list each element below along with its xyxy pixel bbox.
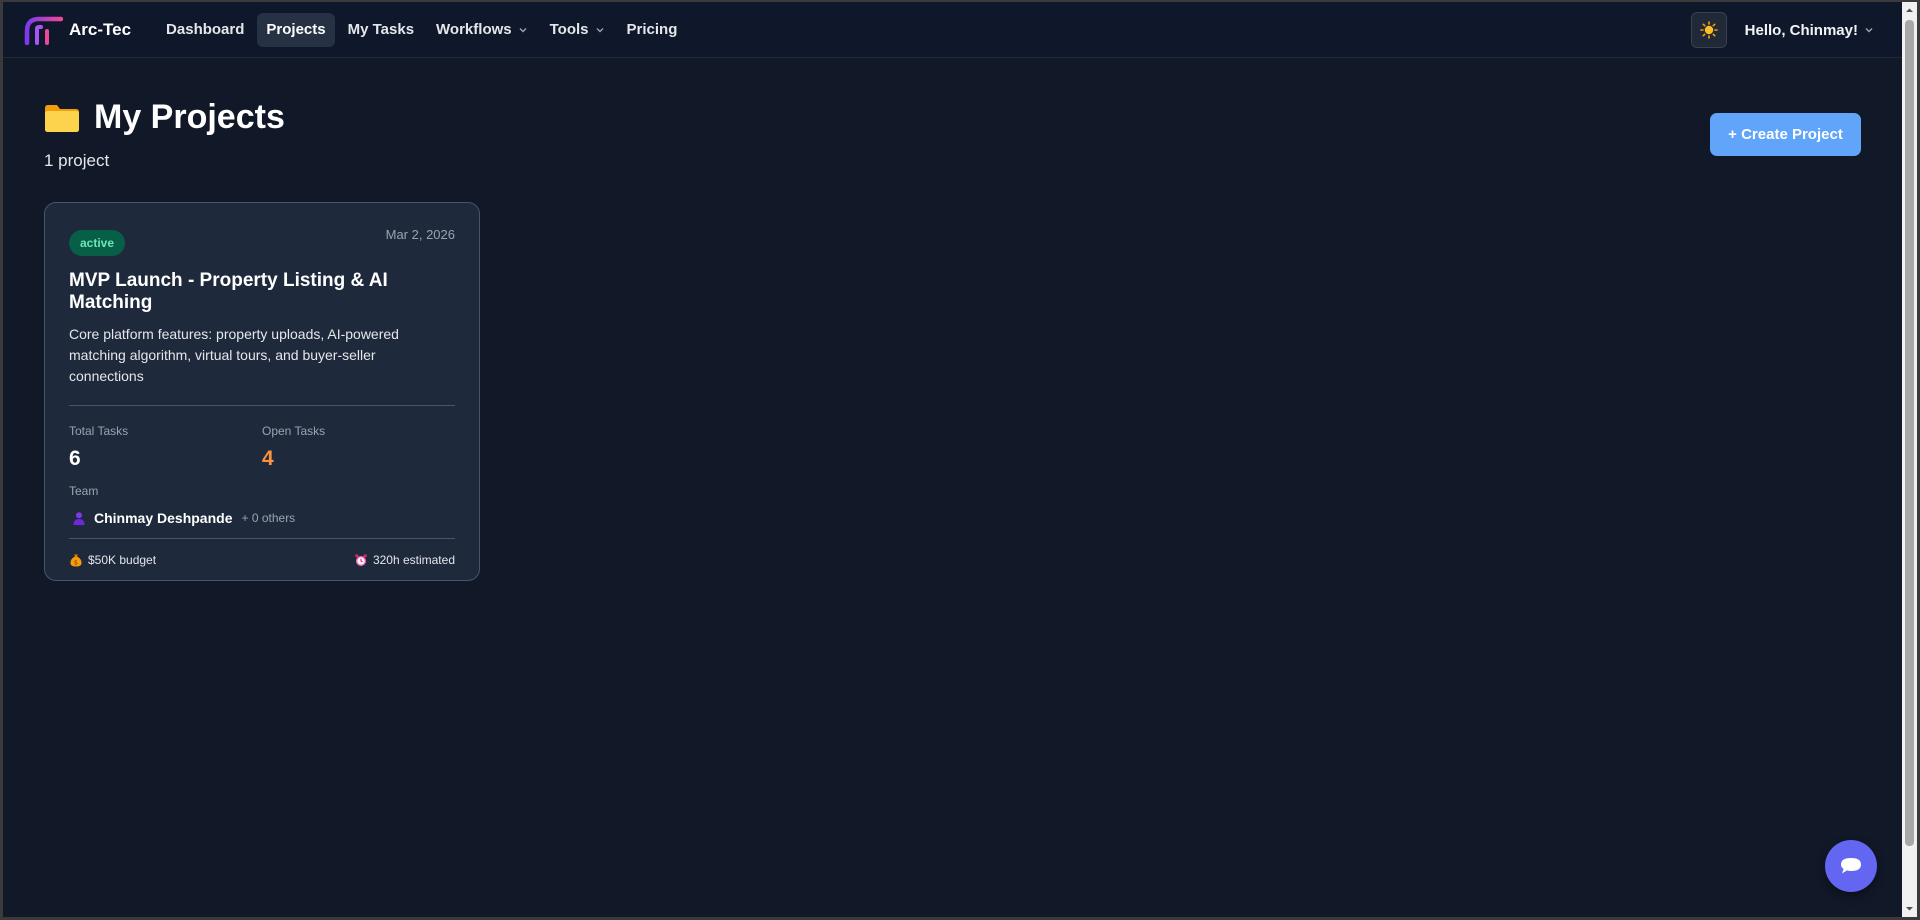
nav-pricing[interactable]: Pricing xyxy=(618,13,687,47)
divider xyxy=(69,538,455,539)
page-scrollbar[interactable] xyxy=(1902,2,1917,917)
project-card[interactable]: active Mar 2, 2026 MVP Launch - Property… xyxy=(44,202,480,581)
open-tasks-value: 4 xyxy=(262,447,274,470)
team-member-name: Chinmay Deshpande xyxy=(94,510,233,526)
team-others: + 0 others xyxy=(241,511,296,525)
chevron-down-icon xyxy=(1865,28,1873,33)
nav-workflows[interactable]: Workflows xyxy=(427,13,537,47)
theme-toggle-button[interactable] xyxy=(1690,12,1727,48)
nav-pricing-label: Pricing xyxy=(626,21,678,38)
top-navbar: Arc-Tec Dashboard Projects My Tasks Work… xyxy=(3,2,1902,58)
arc-tec-logo-icon xyxy=(24,16,63,45)
create-project-button[interactable]: + Create Project xyxy=(1710,113,1861,156)
divider xyxy=(69,405,455,406)
nav-tools-label: Tools xyxy=(549,21,589,38)
budget: $ $50K budget xyxy=(69,553,156,567)
user-menu[interactable]: Hello, Chinmay! xyxy=(1745,22,1874,39)
chevron-down-icon xyxy=(596,27,604,32)
estimate-text: 320h estimated xyxy=(372,553,455,567)
nav-my-tasks-label: My Tasks xyxy=(347,21,415,38)
brand[interactable]: Arc-Tec xyxy=(23,15,131,45)
page-header: My Projects 1 project xyxy=(44,98,285,171)
nav-workflows-label: Workflows xyxy=(436,21,512,38)
estimate: 320h estimated xyxy=(354,553,455,567)
svg-text:$: $ xyxy=(74,559,78,567)
alarm-clock-icon xyxy=(355,554,367,566)
nav-projects[interactable]: Projects xyxy=(257,12,335,47)
status-badge: active xyxy=(69,230,126,256)
money-bag-icon: $ xyxy=(70,554,82,567)
person-icon xyxy=(73,512,85,525)
nav-dashboard-label: Dashboard xyxy=(166,21,245,38)
project-date: Mar 2, 2026 xyxy=(385,227,455,242)
title-row: My Projects xyxy=(44,98,285,137)
project-count: 1 project xyxy=(44,151,110,170)
team-label: Team xyxy=(69,484,99,498)
total-tasks-stat: Total Tasks 6 xyxy=(69,424,262,471)
scroll-up-arrow-icon[interactable] xyxy=(1905,6,1914,15)
sun-icon xyxy=(1699,21,1718,39)
chevron-down-icon xyxy=(519,27,527,32)
scroll-down-arrow-icon[interactable] xyxy=(1905,904,1914,913)
user-greeting: Hello, Chinmay! xyxy=(1744,21,1858,39)
chat-bubble-icon xyxy=(1841,858,1861,874)
card-footer: $ $50K budget 320h estimated xyxy=(69,553,455,567)
project-description: Core platform features: property uploads… xyxy=(69,326,399,384)
brand-name: Arc-Tec xyxy=(69,19,132,39)
project-title[interactable]: MVP Launch - Property Listing & AI Match… xyxy=(69,270,455,314)
nav-projects-label: Projects xyxy=(266,21,326,38)
card-header: active Mar 2, 2026 xyxy=(69,227,455,256)
total-tasks-value: 6 xyxy=(69,447,81,470)
total-tasks-label: Total Tasks xyxy=(69,424,129,438)
team-row: Chinmay Deshpande + 0 others xyxy=(69,510,455,526)
project-stats: Total Tasks 6 Open Tasks 4 xyxy=(69,424,455,471)
chat-button[interactable] xyxy=(1825,840,1877,892)
budget-text: $50K budget xyxy=(88,553,157,567)
page-title: My Projects xyxy=(94,98,285,136)
open-tasks-stat: Open Tasks 4 xyxy=(262,424,455,471)
main-nav: Dashboard Projects My Tasks Workflows To… xyxy=(157,12,690,47)
open-tasks-label: Open Tasks xyxy=(262,424,326,438)
folder-icon xyxy=(45,104,79,132)
scroll-thumb[interactable] xyxy=(1905,20,1914,846)
user-area: Hello, Chinmay! xyxy=(1690,12,1874,48)
nav-my-tasks[interactable]: My Tasks xyxy=(339,13,423,47)
nav-dashboard[interactable]: Dashboard xyxy=(157,13,253,47)
nav-tools[interactable]: Tools xyxy=(541,13,614,47)
